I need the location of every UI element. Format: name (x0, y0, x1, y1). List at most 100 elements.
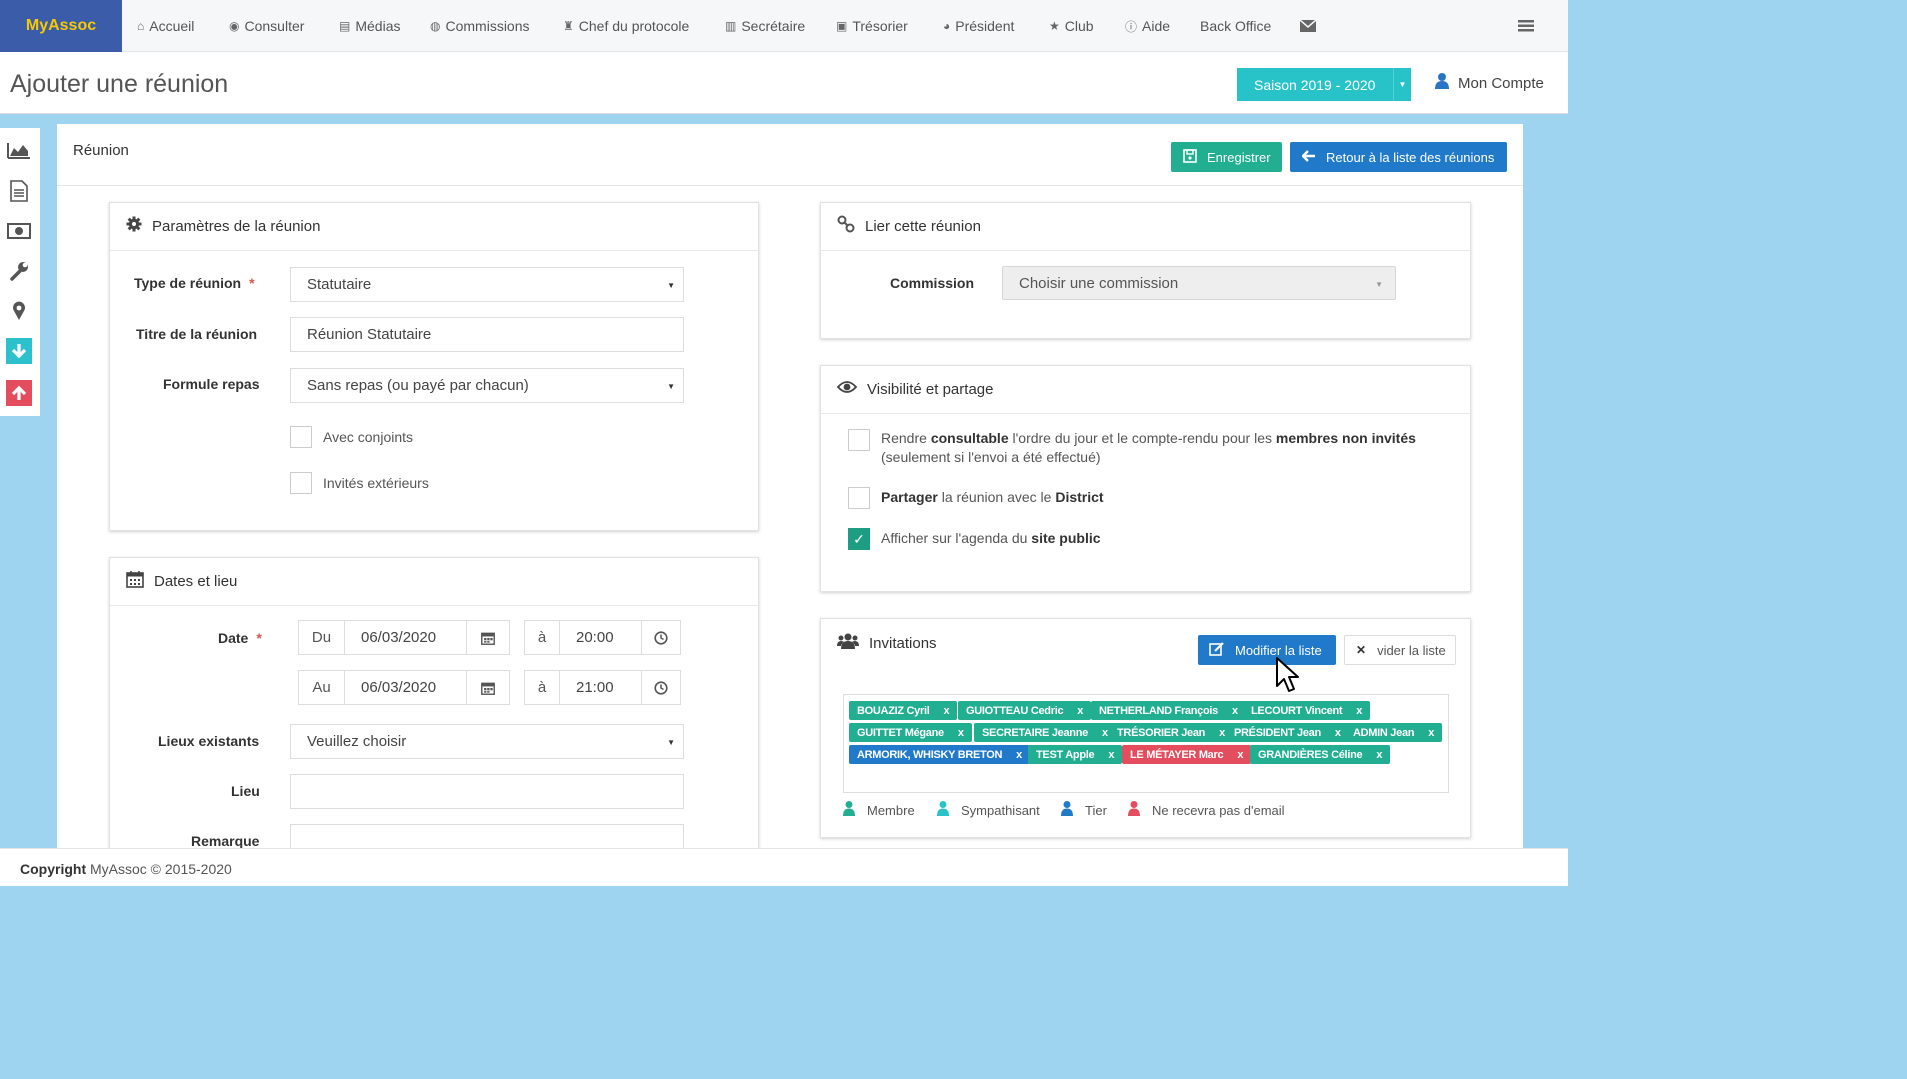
lieu-input[interactable] (290, 774, 684, 809)
site-public-checkbox[interactable]: ✓ (848, 528, 870, 550)
map-marker-icon[interactable] (6, 298, 32, 324)
calendar-icon[interactable] (466, 620, 510, 655)
consultable-checkbox[interactable] (848, 429, 870, 451)
type-label: Type de réunion * (134, 275, 255, 291)
au-date-input[interactable]: 06/03/2020 (344, 670, 467, 705)
type-select[interactable]: Statutaire ▼ (290, 267, 684, 302)
invite-name: TRÉSORIER Jean (1117, 726, 1206, 739)
nav-item-label: Secrétaire (741, 18, 806, 34)
du-date-input[interactable]: 06/03/2020 (344, 620, 467, 655)
link-icon (837, 215, 855, 238)
invite-tag[interactable]: GUITTET Mégane x (849, 723, 972, 742)
save-label: Enregistrer (1207, 149, 1271, 165)
nav-item-consulter[interactable]: ◉ Consulter (229, 0, 304, 52)
remove-tag-icon[interactable]: x (1219, 727, 1225, 739)
panel-invitations: Invitations Modifier la liste ✕ vider la… (820, 618, 1471, 838)
invite-tag[interactable]: NETHERLAND François x (1091, 701, 1246, 720)
clear-list-button[interactable]: ✕ vider la liste (1344, 635, 1456, 665)
au-time-input[interactable]: 21:00 (559, 670, 642, 705)
panel-title: Invitations (869, 634, 937, 652)
nav-item-secretaire[interactable]: ▥ Secrétaire (725, 0, 805, 52)
type-label-text: Type de réunion (134, 275, 242, 291)
invitation-tags[interactable]: BOUAZIZ Cyril x GUIOTTEAU Cedric x NETHERL… (843, 694, 1449, 793)
remove-tag-icon[interactable]: x (1108, 749, 1114, 761)
text-fragment: (seulement si l'envoi a été effectué) (881, 449, 1101, 465)
remove-tag-icon[interactable]: x (1428, 727, 1434, 739)
district-checkbox[interactable] (848, 487, 870, 509)
invite-tag[interactable]: GRANDIÈRES Céline x (1250, 745, 1391, 764)
invites-checkbox[interactable] (290, 472, 312, 494)
menu-toggle-icon[interactable] (1518, 0, 1534, 52)
nav-item-aide[interactable]: ⓘ Aide (1125, 0, 1170, 52)
remove-tag-icon[interactable]: x (944, 705, 950, 717)
area-chart-icon[interactable] (6, 137, 32, 163)
remove-tag-icon[interactable]: x (1232, 705, 1238, 717)
remove-tag-icon[interactable]: x (1102, 727, 1108, 739)
invite-tag[interactable]: BOUAZIZ Cyril x (849, 701, 958, 720)
remove-tag-icon[interactable]: x (1356, 705, 1362, 717)
calendar-icon[interactable] (466, 670, 510, 705)
invite-tag[interactable]: GUIOTTEAU Cedric x (958, 701, 1092, 720)
invite-tag[interactable]: LECOURT Vincent x (1243, 701, 1371, 720)
nav-item-club[interactable]: ★ Club (1049, 0, 1094, 52)
remove-tag-icon[interactable]: x (1335, 727, 1341, 739)
user-icon (843, 801, 855, 820)
invite-tag[interactable]: TRÉSORIER Jean x (1109, 723, 1233, 742)
nav-item-commissions[interactable]: ◍ Commissions (430, 0, 530, 52)
remove-tag-icon[interactable]: x (958, 727, 964, 739)
remove-tag-icon[interactable]: x (1237, 749, 1243, 761)
nav-item-tresorier[interactable]: ▣ Trésorier (836, 0, 908, 52)
invite-tag[interactable]: LE MÉTAYER Marc x (1122, 745, 1252, 764)
invite-name: BOUAZIZ Cyril (857, 704, 930, 717)
main-card-header: Réunion Enregistrer Retour à la liste de… (57, 124, 1523, 186)
user-icon (1435, 73, 1449, 94)
envelope-icon[interactable] (1300, 0, 1316, 52)
copyright-bold: Copyright (20, 861, 87, 877)
invite-tag[interactable]: TEST Apple x (1028, 745, 1123, 764)
clock-icon[interactable] (641, 620, 681, 655)
download-icon[interactable] (6, 338, 32, 364)
du-time-input[interactable]: 20:00 (559, 620, 642, 655)
money-icon[interactable] (6, 218, 32, 244)
page-header: Ajouter une réunion Saison 2019 - 2020 ▼… (0, 52, 1568, 114)
save-button[interactable]: Enregistrer (1171, 142, 1282, 172)
remove-tag-icon[interactable]: x (1016, 749, 1022, 761)
date-label-text: Date (218, 630, 249, 646)
invite-name: GRANDIÈRES Céline (1258, 748, 1363, 761)
invite-tag[interactable]: SECRETAIRE Jeanne x (974, 723, 1116, 742)
nav-item-chef-protocole[interactable]: ♜ Chef du protocole (563, 0, 689, 52)
remove-tag-icon[interactable]: x (1077, 705, 1083, 717)
account-menu[interactable]: Mon Compte (1435, 73, 1544, 94)
back-to-list-button[interactable]: Retour à la liste des réunions (1290, 142, 1507, 172)
season-select[interactable]: Saison 2019 - 2020 ▼ (1237, 68, 1411, 101)
text-bold: District (1055, 489, 1104, 505)
panel-title: Lier cette réunion (865, 218, 981, 235)
modify-list-button[interactable]: Modifier la liste (1198, 635, 1336, 665)
nav-item-medias[interactable]: ▤ Médias (339, 0, 400, 52)
upload-icon[interactable] (6, 380, 32, 406)
titre-input[interactable]: Réunion Statutaire (290, 317, 684, 352)
formule-value: Sans repas (ou payé par chacun) (307, 377, 529, 394)
legend-label: Ne recevra pas d'email (1152, 803, 1285, 818)
commission-select[interactable]: Choisir une commission ▼ (1002, 266, 1396, 300)
clock-icon[interactable] (641, 670, 681, 705)
nav-item-back-office[interactable]: Back Office (1200, 0, 1271, 52)
legend-label: Tier (1085, 803, 1107, 818)
text-bold: membres non invités (1275, 430, 1416, 446)
brand-logo[interactable]: MyAssoc (0, 0, 122, 52)
nav-item-president[interactable]: ◕ Président (943, 0, 1014, 52)
globe-icon: ◕ (943, 19, 951, 33)
nav-item-accueil[interactable]: ⌂ Accueil (137, 0, 194, 52)
invite-tag[interactable]: ARMORIK, WHISKY BRETON x (849, 745, 1030, 764)
conjoints-checkbox[interactable] (290, 426, 312, 448)
left-sidebar (0, 128, 40, 416)
invite-name: GUIOTTEAU Cedric (966, 704, 1064, 717)
lieux-select[interactable]: Veuillez choisir ▼ (290, 724, 684, 759)
invite-tag[interactable]: ADMIN Jean x (1345, 723, 1443, 742)
remove-tag-icon[interactable]: x (1376, 749, 1382, 761)
document-icon[interactable] (6, 178, 32, 204)
formule-select[interactable]: Sans repas (ou payé par chacun) ▼ (290, 368, 684, 403)
invite-tag[interactable]: PRÉSIDENT Jean x (1226, 723, 1349, 742)
wrench-icon[interactable] (6, 258, 32, 284)
users-circle-icon: ◍ (430, 19, 441, 33)
